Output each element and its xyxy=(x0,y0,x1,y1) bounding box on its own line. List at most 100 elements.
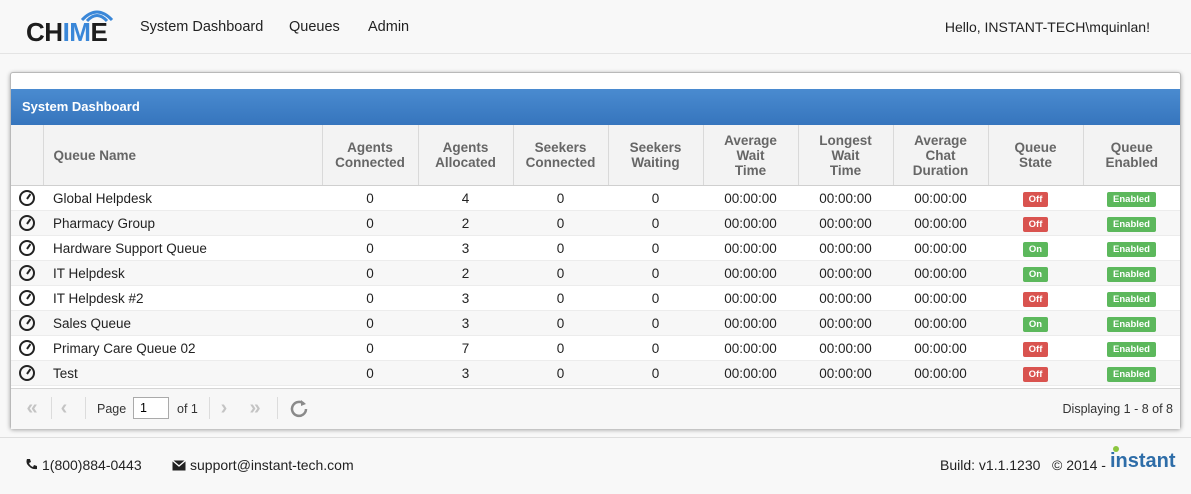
chime-logo[interactable]: CHIME xyxy=(26,8,126,48)
queue-enabled-cell: Enabled xyxy=(1083,210,1180,236)
email-contact[interactable]: support@instant-tech.com xyxy=(172,457,354,474)
col-longest-wait-time[interactable]: Longest Wait Time xyxy=(798,125,894,186)
next-page-icon[interactable]: › xyxy=(213,397,235,419)
col-average-chat-duration[interactable]: Average Chat Duration xyxy=(893,125,989,186)
queue-enabled-badge[interactable]: Enabled xyxy=(1107,291,1156,307)
build-version: Build: v1.1.1230 xyxy=(940,457,1041,473)
refresh-icon[interactable] xyxy=(288,397,310,419)
queue-state-badge[interactable]: Off xyxy=(1022,366,1049,382)
queue-name[interactable]: Hardware Support Queue xyxy=(43,235,322,261)
col-agents-connected[interactable]: Agents Connected xyxy=(322,125,419,186)
seekers-connected-value: 0 xyxy=(513,210,608,236)
table-row[interactable]: Test 0 3 0 0 00:00:00 00:00:00 00:00:00 Off Enabl… xyxy=(11,360,1180,386)
queue-name[interactable]: Sales Queue xyxy=(43,310,322,336)
queue-state-badge[interactable]: Off xyxy=(1022,191,1049,207)
queue-enabled-cell: Enabled xyxy=(1083,235,1180,261)
queue-enabled-badge[interactable]: Enabled xyxy=(1107,266,1156,282)
queue-name[interactable]: IT Helpdesk #2 xyxy=(43,285,322,311)
dashboard-panel: System Dashboard Queue Name Agents Connec… xyxy=(10,72,1181,429)
queue-state-badge[interactable]: On xyxy=(1022,241,1049,257)
longest-wait-value: 00:00:00 xyxy=(798,210,893,236)
table-row[interactable]: Hardware Support Queue 0 3 0 0 00:00:00 00:00:… xyxy=(11,235,1180,261)
page-count-label: of 1 xyxy=(177,402,198,416)
table-row[interactable]: IT Helpdesk 0 2 0 0 00:00:00 00:00:00 00:00:00 O… xyxy=(11,260,1180,286)
queue-name[interactable]: Test xyxy=(43,360,322,386)
queue-table: Queue Name Agents Connected Agents Allocat… xyxy=(11,125,1180,386)
queue-row-cell xyxy=(11,310,43,336)
logo-dot xyxy=(1113,446,1119,452)
dashboard-gauge-icon[interactable] xyxy=(19,190,35,207)
table-row[interactable]: Sales Queue 0 3 0 0 00:00:00 00:00:00 00:00:00 O… xyxy=(11,310,1180,336)
col-agents-allocated[interactable]: Agents Allocated xyxy=(418,125,514,186)
seekers-connected-value: 0 xyxy=(513,260,608,286)
dashboard-gauge-icon[interactable] xyxy=(19,215,35,232)
queue-enabled-badge[interactable]: Enabled xyxy=(1107,191,1156,207)
queue-name[interactable]: IT Helpdesk xyxy=(43,260,322,286)
seekers-connected-value: 0 xyxy=(513,185,608,211)
queue-state-cell: Off xyxy=(988,210,1083,236)
phone-contact[interactable]: 1(800)884-0443 xyxy=(25,457,142,474)
table-row[interactable]: Pharmacy Group 0 2 0 0 00:00:00 00:00:00 00:00:… xyxy=(11,210,1180,236)
queue-enabled-badge[interactable]: Enabled xyxy=(1107,241,1156,257)
seekers-connected-value: 0 xyxy=(513,335,608,361)
table-row[interactable]: Primary Care Queue 02 0 7 0 0 00:00:00 00:00:0… xyxy=(11,335,1180,361)
agents-connected-value: 0 xyxy=(322,235,418,261)
queue-state-badge[interactable]: Off xyxy=(1022,341,1049,357)
col-seekers-waiting[interactable]: Seekers Waiting xyxy=(608,125,704,186)
average-chat-value: 00:00:00 xyxy=(893,310,988,336)
col-seekers-connected[interactable]: Seekers Connected xyxy=(513,125,609,186)
agents-allocated-value: 3 xyxy=(418,360,513,386)
col-queue-name[interactable]: Queue Name xyxy=(43,125,323,186)
queue-state-badge[interactable]: On xyxy=(1022,316,1049,332)
seekers-waiting-value: 0 xyxy=(608,235,703,261)
user-greeting: Hello, INSTANT-TECH\mquinlan! xyxy=(944,19,1150,35)
longest-wait-value: 00:00:00 xyxy=(798,260,893,286)
dashboard-gauge-icon[interactable] xyxy=(19,315,35,332)
nav-admin[interactable]: Admin xyxy=(368,19,409,35)
seekers-waiting-value: 0 xyxy=(608,335,703,361)
instant-logo[interactable]: instant xyxy=(1110,446,1176,473)
queue-enabled-badge[interactable]: Enabled xyxy=(1107,341,1156,357)
average-chat-value: 00:00:00 xyxy=(893,335,988,361)
last-page-icon[interactable]: » xyxy=(244,397,266,419)
queue-state-badge[interactable]: Off xyxy=(1022,216,1049,232)
dashboard-gauge-icon[interactable] xyxy=(19,290,35,307)
table-row[interactable]: Global Helpdesk 0 4 0 0 00:00:00 00:00:00 00:00… xyxy=(11,185,1180,211)
dashboard-gauge-icon[interactable] xyxy=(19,365,35,382)
first-page-icon[interactable]: « xyxy=(21,397,43,419)
queue-name[interactable]: Primary Care Queue 02 xyxy=(43,335,322,361)
queue-state-badge[interactable]: Off xyxy=(1022,291,1049,307)
col-queue-state[interactable]: Queue State xyxy=(988,125,1084,186)
dashboard-gauge-icon[interactable] xyxy=(19,240,35,257)
queue-name[interactable]: Global Helpdesk xyxy=(43,185,322,211)
pager-divider xyxy=(209,397,210,419)
queue-row-cell xyxy=(11,360,43,386)
col-queue-enabled[interactable]: Queue Enabled xyxy=(1083,125,1180,186)
queue-state-badge[interactable]: On xyxy=(1022,266,1049,282)
queue-enabled-badge[interactable]: Enabled xyxy=(1107,366,1156,382)
queue-row-cell xyxy=(11,285,43,311)
agents-connected-value: 0 xyxy=(322,185,418,211)
prev-page-icon[interactable]: ‹ xyxy=(53,397,75,419)
average-wait-value: 00:00:00 xyxy=(703,235,798,261)
seekers-connected-value: 0 xyxy=(513,285,608,311)
average-wait-value: 00:00:00 xyxy=(703,310,798,336)
pager-divider xyxy=(85,397,86,419)
table-row[interactable]: IT Helpdesk #2 0 3 0 0 00:00:00 00:00:00 00:00:… xyxy=(11,285,1180,311)
queue-state-cell: Off xyxy=(988,185,1083,211)
queue-enabled-cell: Enabled xyxy=(1083,185,1180,211)
queue-enabled-badge[interactable]: Enabled xyxy=(1107,316,1156,332)
queue-row-cell xyxy=(11,335,43,361)
nav-queues[interactable]: Queues xyxy=(289,19,340,35)
col-average-wait-time[interactable]: Average Wait Time xyxy=(703,125,799,186)
queue-state-cell: Off xyxy=(988,360,1083,386)
page-number-input[interactable] xyxy=(133,397,169,419)
queue-enabled-badge[interactable]: Enabled xyxy=(1107,216,1156,232)
nav-system-dashboard[interactable]: System Dashboard xyxy=(140,19,263,35)
pagination-bar: « ‹ Page of 1 › » Displaying 1 - 8 of 8 xyxy=(11,388,1180,429)
queue-row-cell xyxy=(11,185,43,211)
dashboard-gauge-icon[interactable] xyxy=(19,265,35,282)
dashboard-gauge-icon[interactable] xyxy=(19,340,35,357)
average-chat-value: 00:00:00 xyxy=(893,260,988,286)
queue-name[interactable]: Pharmacy Group xyxy=(43,210,322,236)
